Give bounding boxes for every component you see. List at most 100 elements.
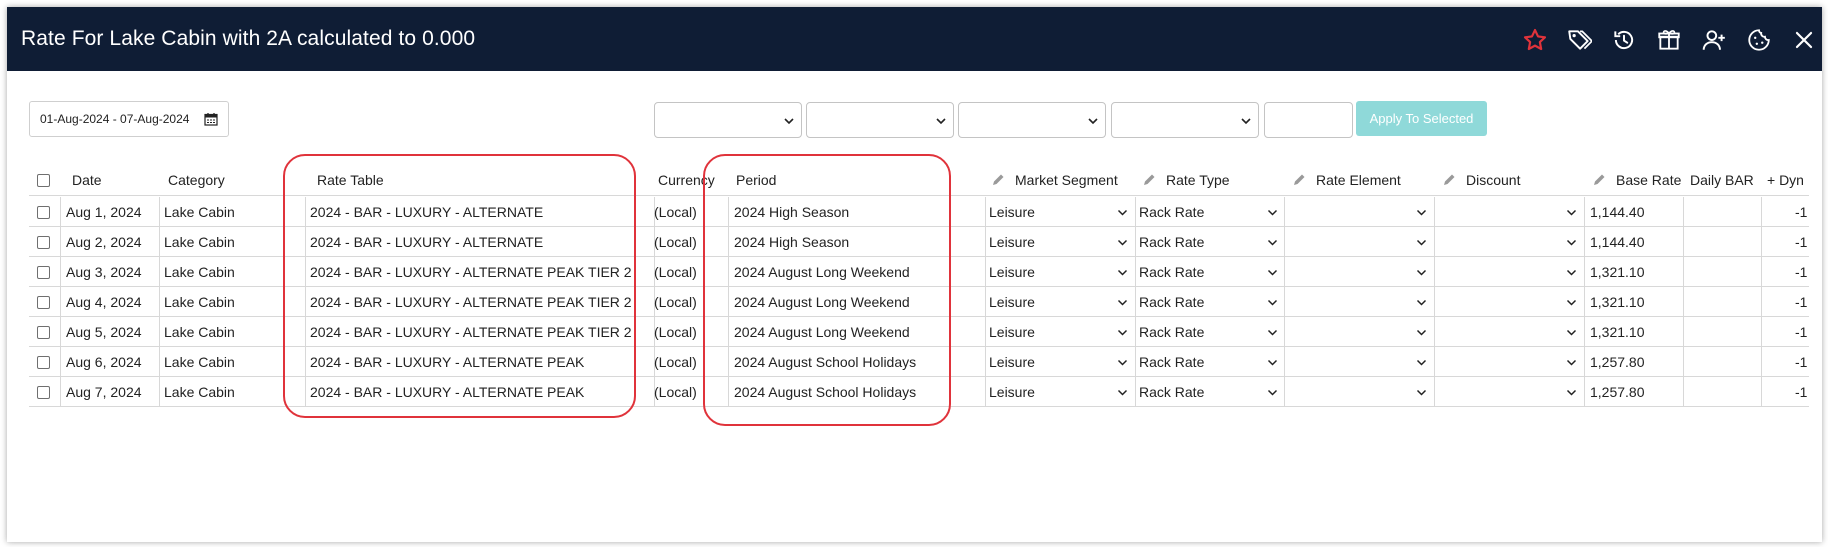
pencil-icon[interactable] <box>1292 173 1306 187</box>
column-divider <box>1761 347 1762 377</box>
rate-type-select[interactable]: Rack Rate <box>1139 257 1285 287</box>
column-divider <box>1584 317 1585 347</box>
chevron-down-icon <box>1117 389 1128 396</box>
category-cell: Lake Cabin <box>164 294 235 310</box>
chevron-down-icon <box>1566 239 1577 246</box>
column-divider <box>1683 347 1684 377</box>
column-divider <box>1683 377 1684 407</box>
base-rate-input[interactable] <box>1264 102 1353 138</box>
currency-cell: (Local) <box>654 264 697 280</box>
chevron-down-icon <box>784 118 794 125</box>
rate-element-header[interactable]: Rate Element <box>1292 167 1401 193</box>
rate-type-select[interactable]: Rack Rate <box>1139 227 1285 257</box>
daily-bar-header[interactable]: Daily BAR <box>1690 167 1754 193</box>
row-checkbox[interactable] <box>37 326 50 339</box>
add-user-icon[interactable] <box>1701 27 1727 53</box>
column-divider <box>1584 257 1585 287</box>
chevron-down-icon <box>1416 329 1427 336</box>
market-segment-select[interactable]: Leisure <box>989 197 1135 227</box>
row-checkbox[interactable] <box>37 296 50 309</box>
rate-type-header[interactable]: Rate Type <box>1142 167 1230 193</box>
market-segment-header[interactable]: Market Segment <box>991 167 1118 193</box>
rate-element-select[interactable] <box>1288 197 1434 227</box>
market-segment-select[interactable]: Leisure <box>989 377 1135 407</box>
column-divider <box>1683 287 1684 317</box>
row-checkbox[interactable] <box>37 386 50 399</box>
discount-select[interactable] <box>1438 317 1584 347</box>
chevron-down-icon <box>1566 269 1577 276</box>
column-divider <box>60 347 61 377</box>
market-segment-filter-select[interactable] <box>654 102 802 138</box>
tags-icon[interactable] <box>1566 27 1592 53</box>
market-segment-select[interactable]: Leisure <box>989 347 1135 377</box>
base-rate-header[interactable]: Base Rate <box>1592 167 1681 193</box>
market-segment-select-value: Leisure <box>989 264 1035 280</box>
rate-type-select[interactable]: Rack Rate <box>1139 317 1285 347</box>
market-segment-select-value: Leisure <box>989 324 1035 340</box>
rate-type-select[interactable]: Rack Rate <box>1139 377 1285 407</box>
select-all-checkbox[interactable] <box>37 174 50 187</box>
discount-select[interactable] <box>1438 377 1584 407</box>
chevron-down-icon <box>1267 359 1278 366</box>
column-divider <box>1584 347 1585 377</box>
discount-select[interactable] <box>1438 197 1584 227</box>
currency-cell: (Local) <box>654 294 697 310</box>
market-segment-header-label: Market Segment <box>1015 172 1118 188</box>
rate-element-select[interactable] <box>1288 287 1434 317</box>
column-divider <box>985 377 986 407</box>
market-segment-select[interactable]: Leisure <box>989 257 1135 287</box>
row-checkbox[interactable] <box>37 266 50 279</box>
rate-element-select[interactable] <box>1288 347 1434 377</box>
row-checkbox[interactable] <box>37 236 50 249</box>
column-divider <box>159 287 160 317</box>
chevron-down-icon <box>936 118 946 125</box>
rate-element-select[interactable] <box>1288 257 1434 287</box>
category-header[interactable]: Category <box>168 167 225 193</box>
column-divider <box>159 377 160 407</box>
rate-element-select[interactable] <box>1288 377 1434 407</box>
column-divider <box>1584 287 1585 317</box>
rate-type-select[interactable]: Rack Rate <box>1139 347 1285 377</box>
apply-to-selected-button[interactable]: Apply To Selected <box>1356 101 1487 136</box>
chevron-down-icon <box>1267 299 1278 306</box>
rate-type-select[interactable]: Rack Rate <box>1139 197 1285 227</box>
chevron-down-icon <box>1267 269 1278 276</box>
row-checkbox[interactable] <box>37 206 50 219</box>
close-icon[interactable] <box>1791 27 1817 53</box>
dynamic-header[interactable]: + Dyn <box>1767 167 1804 193</box>
base-rate-cell: 1,321.10 <box>1590 294 1645 310</box>
column-divider <box>159 317 160 347</box>
chevron-down-icon <box>1566 329 1577 336</box>
market-segment-select[interactable]: Leisure <box>989 287 1135 317</box>
rate-element-select[interactable] <box>1288 227 1434 257</box>
cookie-icon[interactable] <box>1746 27 1772 53</box>
rate-element-filter-select[interactable] <box>958 102 1106 138</box>
gift-box-icon[interactable] <box>1656 27 1682 53</box>
currency-cell: (Local) <box>654 204 697 220</box>
discount-select[interactable] <box>1438 257 1584 287</box>
row-checkbox[interactable] <box>37 356 50 369</box>
column-divider <box>1761 197 1762 227</box>
chevron-down-icon <box>1088 118 1098 125</box>
discount-select[interactable] <box>1438 227 1584 257</box>
column-divider <box>1683 197 1684 227</box>
pencil-icon[interactable] <box>1142 173 1156 187</box>
chevron-down-icon <box>1267 389 1278 396</box>
pencil-icon[interactable] <box>1442 173 1456 187</box>
discount-select[interactable] <box>1438 347 1584 377</box>
history-icon[interactable] <box>1611 27 1637 53</box>
date-range-picker[interactable]: 01-Aug-2024 - 07-Aug-2024 <box>29 101 229 137</box>
pencil-icon[interactable] <box>991 173 1005 187</box>
rate-element-select[interactable] <box>1288 317 1434 347</box>
rate-type-filter-select[interactable] <box>806 102 954 138</box>
star-icon[interactable] <box>1522 27 1548 53</box>
discount-header[interactable]: Discount <box>1442 167 1520 193</box>
date-cell: Aug 5, 2024 <box>66 324 142 340</box>
date-header[interactable]: Date <box>72 167 102 193</box>
pencil-icon[interactable] <box>1592 173 1606 187</box>
market-segment-select[interactable]: Leisure <box>989 227 1135 257</box>
discount-filter-select[interactable] <box>1111 102 1259 138</box>
rate-type-select[interactable]: Rack Rate <box>1139 287 1285 317</box>
market-segment-select[interactable]: Leisure <box>989 317 1135 347</box>
discount-select[interactable] <box>1438 287 1584 317</box>
